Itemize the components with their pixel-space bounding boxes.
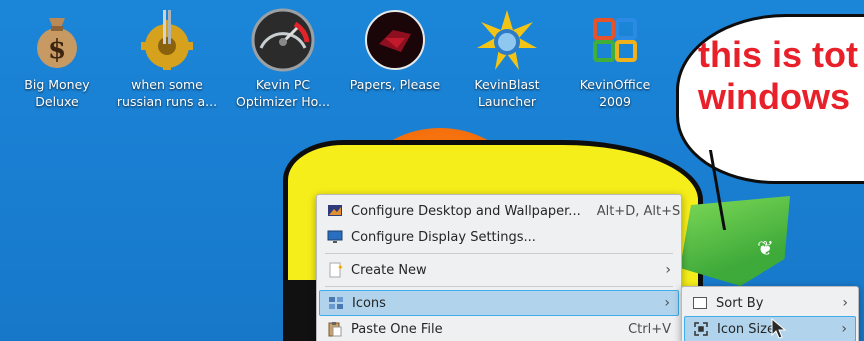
menu-item-create-new[interactable]: ✦ Create New ›: [319, 257, 679, 283]
chevron-right-icon: ›: [841, 321, 847, 337]
icons-grid-icon: [328, 295, 344, 311]
speech-bubble-text: this is tot windows: [698, 34, 858, 117]
speedometer-icon: [251, 8, 315, 72]
desktop-icon-kevinblast-launcher[interactable]: KevinBlast Launcher: [452, 8, 562, 110]
menu-item-label: Paste One File: [351, 321, 443, 337]
desktop-icon-label: KevinOffice 2009: [579, 77, 651, 109]
gear-icon: [141, 10, 193, 70]
desktop-icon-label: Kevin PC Optimizer Ho...: [236, 77, 330, 109]
menu-item-label: Configure Desktop and Wallpaper...: [351, 203, 581, 219]
butterfly-icon: ❦: [757, 236, 774, 260]
desktop-icon-kevin-pc-optimizer[interactable]: Kevin PC Optimizer Ho...: [228, 8, 338, 110]
menu-item-shortcut: Alt+D, Alt+S: [596, 203, 681, 219]
menu-separator: [325, 253, 673, 254]
menu-item-label: Sort By: [716, 295, 764, 311]
menu-item-label: Create New: [351, 262, 427, 278]
desktop-icon-label: KevinBlast Launcher: [474, 77, 540, 109]
display-icon: [327, 229, 343, 245]
desktop-icon-big-money-deluxe[interactable]: $ Big Money Deluxe: [2, 8, 112, 110]
menu-item-shortcut: Ctrl+V: [628, 321, 671, 337]
desktop-wallpaper-icon: [327, 203, 343, 219]
office-logo-icon: [593, 18, 637, 62]
desktop-icon-label: when some russian runs a...: [116, 77, 218, 109]
menu-item-configure-desktop[interactable]: Configure Desktop and Wallpaper... Alt+D…: [319, 198, 681, 224]
svg-text:✦: ✦: [337, 263, 343, 272]
menu-item-paste-one-file[interactable]: Paste One File Ctrl+V: [319, 316, 679, 341]
chevron-right-icon: ›: [664, 295, 670, 311]
menu-item-configure-display[interactable]: Configure Display Settings...: [319, 224, 679, 250]
svg-text:$: $: [48, 35, 66, 65]
desktop-icon-label: Papers, Please: [349, 77, 441, 92]
mouse-cursor-icon: [771, 318, 787, 339]
desktop-icon-papers-please[interactable]: Papers, Please: [340, 8, 450, 93]
desktop-context-menu: Configure Desktop and Wallpaper... Alt+D…: [316, 194, 682, 341]
submenu-item-icon-size[interactable]: Icon Size ›: [684, 316, 856, 341]
menu-item-label: Configure Display Settings...: [351, 229, 536, 245]
menu-separator: [325, 286, 673, 287]
chevron-right-icon: ›: [665, 262, 671, 278]
menu-item-label: Icons: [352, 295, 386, 311]
papers-please-icon: [365, 10, 425, 70]
sort-box-icon: [692, 295, 708, 311]
chevron-right-icon: ›: [842, 295, 848, 311]
icons-submenu: Sort By › Icon Size ›: [681, 286, 859, 341]
menu-item-icons[interactable]: Icons ›: [319, 290, 679, 316]
money-bag-icon: $: [37, 18, 77, 68]
submenu-item-sort-by[interactable]: Sort By ›: [684, 290, 856, 316]
desktop-icon-kevinoffice-2009[interactable]: KevinOffice 2009: [560, 8, 670, 110]
desktop-icon-label: Big Money Deluxe: [24, 77, 90, 109]
desktop-icon-russian[interactable]: when some russian runs a...: [112, 8, 222, 110]
starburst-icon: [477, 10, 537, 70]
paste-icon: [327, 321, 343, 337]
resize-icon: [693, 321, 709, 337]
new-document-icon: ✦: [327, 262, 344, 278]
